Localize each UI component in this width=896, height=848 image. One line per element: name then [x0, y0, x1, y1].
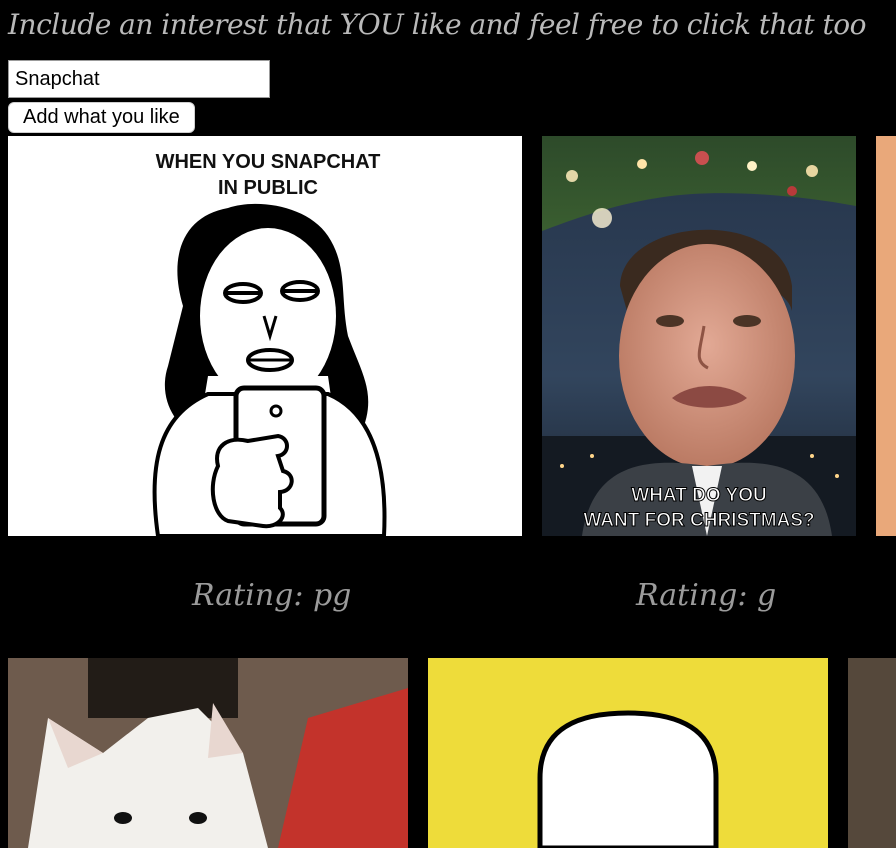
- add-what-you-like-button[interactable]: Add what you like: [8, 102, 195, 133]
- search-input[interactable]: [8, 60, 270, 98]
- gif-what-do-you-want-for-christmas[interactable]: WHAT DO YOU WANT FOR CHRISTMAS?: [542, 136, 856, 536]
- gif-caption-line1: WHAT DO YOU: [631, 485, 766, 506]
- gif-caption-line1: WHEN YOU SNAPCHAT: [156, 151, 381, 173]
- cartoon-illustration: WHEN YOU SNAPCHAT IN PUBLIC: [152, 151, 387, 536]
- gif-white-dog[interactable]: [8, 658, 408, 848]
- gif-snapchat-in-public[interactable]: WHEN YOU SNAPCHAT IN PUBLIC: [8, 136, 522, 536]
- gif-caption-line2: IN PUBLIC: [218, 177, 318, 199]
- page-title: Include an interest that YOU like and fe…: [8, 8, 866, 41]
- rating-gif-1: Rating: pg: [192, 578, 352, 613]
- gif-partial-row2-third[interactable]: [848, 658, 896, 848]
- gif-partial-third[interactable]: [876, 136, 896, 536]
- snapchat-ghost-icon: [537, 710, 719, 848]
- christmas-photo: WHAT DO YOU WANT FOR CHRISTMAS?: [542, 136, 856, 536]
- gif-snapchat-ghost[interactable]: [428, 658, 828, 848]
- page: Include an interest that YOU like and fe…: [0, 0, 896, 848]
- rating-gif-2: Rating: g: [636, 578, 777, 613]
- gif-caption-line2: WANT FOR CHRISTMAS?: [583, 510, 814, 531]
- dog-photo: [8, 658, 408, 848]
